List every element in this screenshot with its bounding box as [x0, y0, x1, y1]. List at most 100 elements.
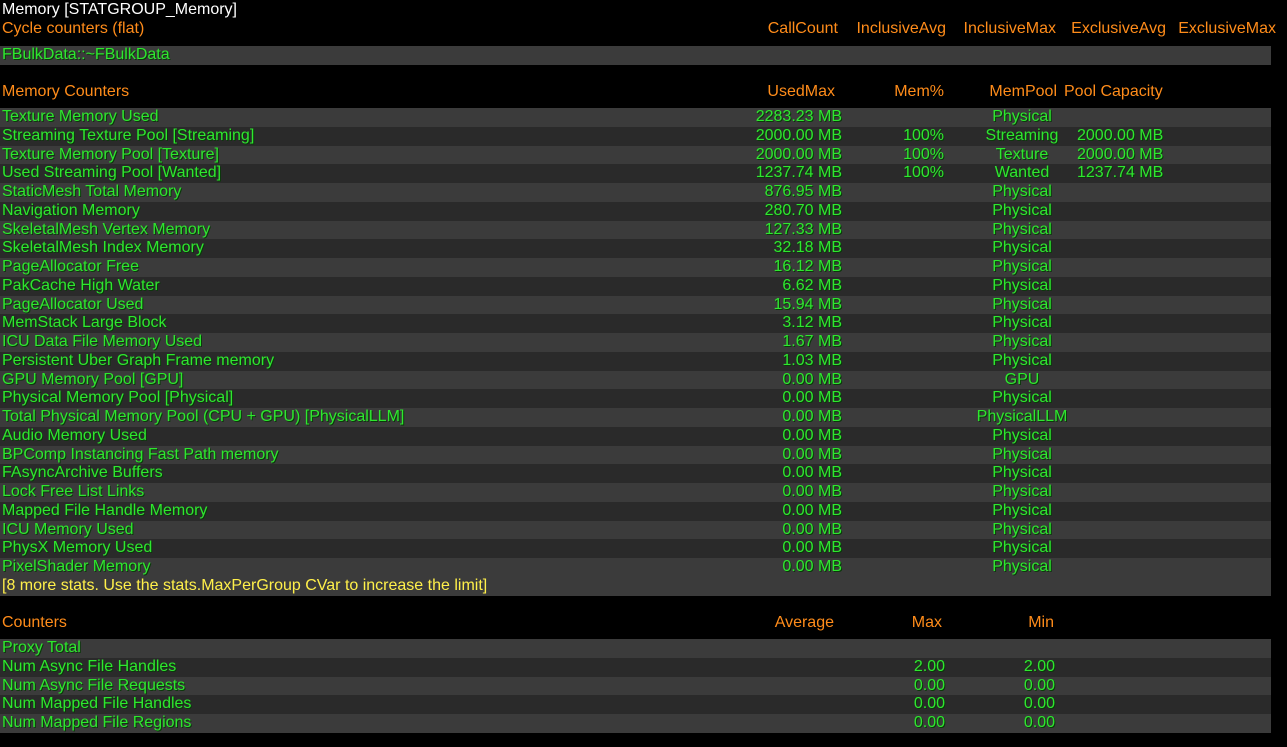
- memory-row-usedmax: 3.12 MB: [782, 314, 842, 331]
- cycle-header-inclusiveavg: InclusiveAvg: [856, 20, 946, 37]
- memory-row-name: PageAllocator Used: [2, 296, 144, 313]
- memory-row-mempool: Wanted: [994, 164, 1050, 181]
- counter-row-min: 0.00: [1023, 695, 1055, 712]
- counter-row-name: Num Mapped File Handles: [2, 695, 192, 712]
- memory-row-usedmax: 0.00 MB: [782, 483, 842, 500]
- memory-header-mempool: MemPool: [989, 83, 1057, 100]
- memory-row-mempool: Texture: [995, 146, 1049, 163]
- memory-row-mempool: Physical: [992, 296, 1052, 313]
- counter-row-max: 2.00: [913, 658, 945, 675]
- memory-row-name: BPComp Instancing Fast Path memory: [2, 446, 279, 463]
- memory-row-usedmax: 0.00 MB: [782, 464, 842, 481]
- counter-row-max: 0.00: [913, 695, 945, 712]
- memory-row-usedmax: 32.18 MB: [773, 239, 842, 256]
- memory-row-name: Texture Memory Used: [2, 108, 159, 125]
- memory-row-usedmax: 2283.23 MB: [755, 108, 842, 125]
- memory-row-name: Total Physical Memory Pool (CPU + GPU) […: [2, 408, 405, 425]
- memory-row-mempct: 100%: [903, 164, 944, 181]
- counter-row-min: 0.00: [1023, 677, 1055, 694]
- memory-row-name: StaticMesh Total Memory: [2, 183, 182, 200]
- memory-row-name: ICU Data File Memory Used: [2, 333, 203, 350]
- memory-row-usedmax: 0.00 MB: [782, 558, 842, 575]
- memory-row-name: Streaming Texture Pool [Streaming]: [2, 127, 255, 144]
- memory-row-usedmax: 15.94 MB: [773, 296, 842, 313]
- cycle-counters-title: Cycle counters (flat): [2, 20, 145, 37]
- memory-row-usedmax: 876.95 MB: [764, 183, 842, 200]
- counter-row-name: Proxy Total: [2, 639, 81, 656]
- memory-row-usedmax: 0.00 MB: [782, 521, 842, 538]
- memory-row-mempool: Physical: [992, 239, 1052, 256]
- counter-row-band: [0, 639, 1271, 658]
- memory-row-name: PixelShader Memory: [2, 558, 151, 575]
- memory-row-name: PhysX Memory Used: [2, 539, 153, 556]
- memory-row-name: ICU Memory Used: [2, 521, 134, 538]
- counter-row-max: 0.00: [913, 714, 945, 731]
- memory-row-usedmax: 127.33 MB: [764, 221, 842, 238]
- more-stats-note: [8 more stats. Use the stats.MaxPerGroup…: [2, 577, 488, 594]
- memory-row-mempool: Physical: [992, 446, 1052, 463]
- memory-row-mempool: Physical: [992, 277, 1052, 294]
- memory-row-mempool: Physical: [992, 502, 1052, 519]
- counter-row-min: 0.00: [1023, 714, 1055, 731]
- memory-row-mempool: Physical: [992, 539, 1052, 556]
- counter-row-band: [0, 658, 1271, 677]
- memory-row-mempool: PhysicalLLM: [976, 408, 1068, 425]
- memory-row-name: Persistent Uber Graph Frame memory: [2, 352, 275, 369]
- memory-row-mempool: Physical: [992, 389, 1052, 406]
- cycle-header-exclusiveavg: ExclusiveAvg: [1071, 20, 1166, 37]
- memory-header-pool-capacity: Pool Capacity: [1064, 83, 1163, 100]
- memory-counters-title: Memory Counters: [2, 83, 130, 100]
- memory-row-usedmax: 0.00 MB: [782, 389, 842, 406]
- memory-row-name: PakCache High Water: [2, 277, 160, 294]
- memory-row-usedmax: 0.00 MB: [782, 446, 842, 463]
- counter-row-band: [0, 677, 1271, 696]
- memory-row-usedmax: 2000.00 MB: [755, 127, 842, 144]
- memory-row-mempool: Physical: [992, 483, 1052, 500]
- counter-row-name: Num Async File Requests: [2, 677, 186, 694]
- cycle-header-inclusivemax: InclusiveMax: [963, 20, 1056, 37]
- memory-row-mempool: Physical: [992, 314, 1052, 331]
- counter-row-max: 0.00: [913, 677, 945, 694]
- memory-row-pool-capacity: 2000.00 MB: [1077, 127, 1164, 144]
- counters-header-min: Min: [1028, 614, 1054, 631]
- memory-row-name: PageAllocator Free: [2, 258, 139, 275]
- cycle-row-band: [0, 46, 1271, 65]
- counter-row-min: 2.00: [1023, 658, 1055, 675]
- memory-row-mempool: Physical: [992, 183, 1052, 200]
- memory-row-name: Audio Memory Used: [2, 427, 147, 444]
- counters-title: Counters: [2, 614, 67, 631]
- memory-row-name: FAsyncArchive Buffers: [2, 464, 163, 481]
- memory-row-mempct: 100%: [903, 127, 944, 144]
- memory-row-name: Used Streaming Pool [Wanted]: [2, 164, 222, 181]
- memory-row-mempool: Physical: [992, 202, 1052, 219]
- memory-row-mempool: Physical: [992, 427, 1052, 444]
- memory-row-usedmax: 1237.74 MB: [755, 164, 842, 181]
- memory-row-name: GPU Memory Pool [GPU]: [2, 371, 184, 388]
- memory-row-mempool: Physical: [992, 108, 1052, 125]
- stat-overlay: { "group_title": "Memory [STATGROUP_Memo…: [0, 0, 1287, 747]
- counter-row-name: Num Async File Handles: [2, 658, 177, 675]
- memory-row-mempool: Physical: [992, 558, 1052, 575]
- memory-row-name: Lock Free List Links: [2, 483, 145, 500]
- memory-row-pool-capacity: 2000.00 MB: [1077, 146, 1164, 163]
- memory-row-usedmax: 1.67 MB: [782, 333, 842, 350]
- memory-row-usedmax: 0.00 MB: [782, 539, 842, 556]
- counters-header-max: Max: [911, 614, 942, 631]
- memory-row-name: Navigation Memory: [2, 202, 140, 219]
- memory-row-name: MemStack Large Block: [2, 314, 167, 331]
- memory-row-mempool: Physical: [992, 464, 1052, 481]
- memory-row-usedmax: 16.12 MB: [773, 258, 842, 275]
- counter-row-name: Num Mapped File Regions: [2, 714, 192, 731]
- cycle-header-exclusivemax: ExclusiveMax: [1178, 20, 1276, 37]
- memory-row-name: Texture Memory Pool [Texture]: [2, 146, 219, 163]
- memory-row-pool-capacity: 1237.74 MB: [1077, 164, 1164, 181]
- memory-row-usedmax: 280.70 MB: [764, 202, 842, 219]
- memory-row-mempool: Physical: [992, 352, 1052, 369]
- memory-row-usedmax: 0.00 MB: [782, 371, 842, 388]
- memory-row-usedmax: 1.03 MB: [782, 352, 842, 369]
- memory-row-mempool: Physical: [992, 333, 1052, 350]
- memory-row-usedmax: 2000.00 MB: [755, 146, 842, 163]
- memory-row-mempool: Physical: [992, 221, 1052, 238]
- cycle-header-callcount: CallCount: [767, 20, 838, 37]
- memory-row-mempool: Physical: [992, 521, 1052, 538]
